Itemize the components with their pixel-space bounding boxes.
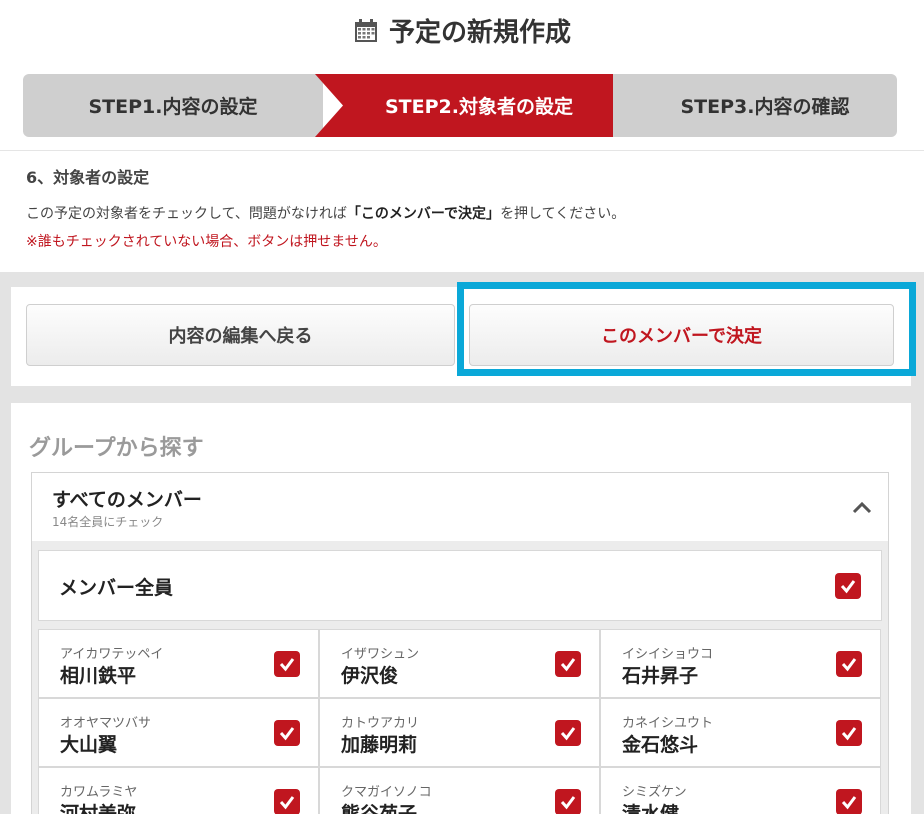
member-checkbox[interactable] [274, 720, 300, 746]
member-kana: カワムラミヤ [60, 785, 138, 800]
member-name: 加藤明莉 [341, 734, 418, 756]
member-kana: イザワシュン [341, 647, 420, 662]
check-icon [560, 658, 576, 672]
header-area: 予定の新規作成 STEP1.内容の設定 STEP2.対象者の設定 STEP3.内… [0, 0, 924, 272]
group-panel: グループから探す すべてのメンバー 14名全員にチェック メンバー全員 アイカワ… [11, 403, 911, 814]
member-name: 石井昇子 [622, 665, 699, 687]
section-description: この予定の対象者をチェックして、問題がなければ「このメンバーで決定」を押してくだ… [26, 203, 625, 223]
desc-text-after: を押してください。 [500, 206, 626, 222]
member-kana: シミズケン [622, 785, 687, 800]
check-icon [560, 727, 576, 741]
member-item[interactable]: カワムラミヤ河村美弥 [38, 767, 319, 814]
check-icon [279, 796, 295, 810]
step-3: STEP3.内容の確認 [613, 74, 897, 137]
member-kana: クマガイソノコ [341, 785, 432, 800]
check-icon [560, 796, 576, 810]
member-name: 伊沢俊 [341, 665, 399, 687]
action-panel: 内容の編集へ戻る このメンバーで決定 [11, 287, 911, 386]
member-item[interactable]: カネイシユウト金石悠斗 [600, 698, 881, 767]
member-item[interactable]: クマガイソノコ熊谷苑子 [319, 767, 600, 814]
accordion-title: すべてのメンバー [52, 489, 202, 511]
desc-text: この予定の対象者をチェックして、問題がなければ [26, 206, 347, 222]
member-kana: カトウアカリ [341, 716, 420, 731]
member-kana: オオヤマツバサ [60, 716, 152, 731]
member-checkbox[interactable] [836, 651, 862, 677]
confirm-members-button[interactable]: このメンバーで決定 [469, 304, 894, 366]
warning-text: ※誰もチェックされていない場合、ボタンは押せません。 [26, 234, 387, 250]
member-item[interactable]: シミズケン 清水健 [600, 767, 881, 814]
check-icon [841, 727, 857, 741]
member-name: 金石悠斗 [622, 734, 699, 756]
back-to-edit-button[interactable]: 内容の編集へ戻る [26, 304, 455, 366]
page-title: 予定の新規作成 [0, 12, 924, 49]
divider [0, 150, 924, 151]
check-icon [840, 580, 856, 594]
member-kana: アイカワテッペイ [60, 647, 164, 662]
member-kana: カネイシユウト [622, 716, 714, 731]
member-checkbox[interactable] [836, 720, 862, 746]
member-item[interactable]: イザワシュン 伊沢俊 [319, 629, 600, 698]
calendar-icon [353, 18, 379, 44]
member-item[interactable]: アイカワテッペイ相川鉄平 [38, 629, 319, 698]
all-members-checkbox[interactable] [835, 573, 861, 599]
member-checkbox[interactable] [555, 651, 581, 677]
member-name: 大山翼 [60, 734, 118, 756]
all-members-row[interactable]: メンバー全員 [38, 550, 882, 621]
member-kana: イシイショウコ [622, 647, 714, 662]
all-members-accordion[interactable]: すべてのメンバー 14名全員にチェック [31, 472, 889, 542]
member-checkbox[interactable] [836, 789, 862, 814]
member-name: 河村美弥 [60, 803, 137, 814]
member-item[interactable]: カトウアカリ加藤明莉 [319, 698, 600, 767]
chevron-up-icon[interactable] [850, 496, 874, 520]
step-2: STEP2.対象者の設定 [329, 74, 629, 137]
step-2-label: STEP2.対象者の設定 [385, 96, 573, 118]
member-item[interactable]: オオヤマツバサ大山翼 [38, 698, 319, 767]
page-title-text: 予定の新規作成 [388, 18, 571, 48]
member-name: 相川鉄平 [60, 665, 137, 687]
member-name: 熊谷苑子 [341, 803, 418, 814]
member-item[interactable]: イシイショウコ石井昇子 [600, 629, 881, 698]
member-name: 清水健 [622, 803, 680, 814]
check-icon [279, 727, 295, 741]
section-heading: 6、対象者の設定 [26, 168, 150, 187]
member-checkbox[interactable] [274, 651, 300, 677]
member-checkbox[interactable] [555, 789, 581, 814]
desc-bold: 「このメンバーで決定」 [346, 206, 501, 222]
check-icon [841, 658, 857, 672]
accordion-subtitle: 14名全員にチェック [52, 515, 164, 529]
member-checkbox[interactable] [555, 720, 581, 746]
group-search-title: グループから探す [29, 436, 204, 461]
step-3-label: STEP3.内容の確認 [680, 96, 850, 118]
step-indicator: STEP1.内容の設定 STEP2.対象者の設定 STEP3.内容の確認 [23, 74, 897, 137]
check-icon [841, 796, 857, 810]
all-members-label: メンバー全員 [59, 577, 174, 599]
check-icon [279, 658, 295, 672]
member-checkbox[interactable] [274, 789, 300, 814]
